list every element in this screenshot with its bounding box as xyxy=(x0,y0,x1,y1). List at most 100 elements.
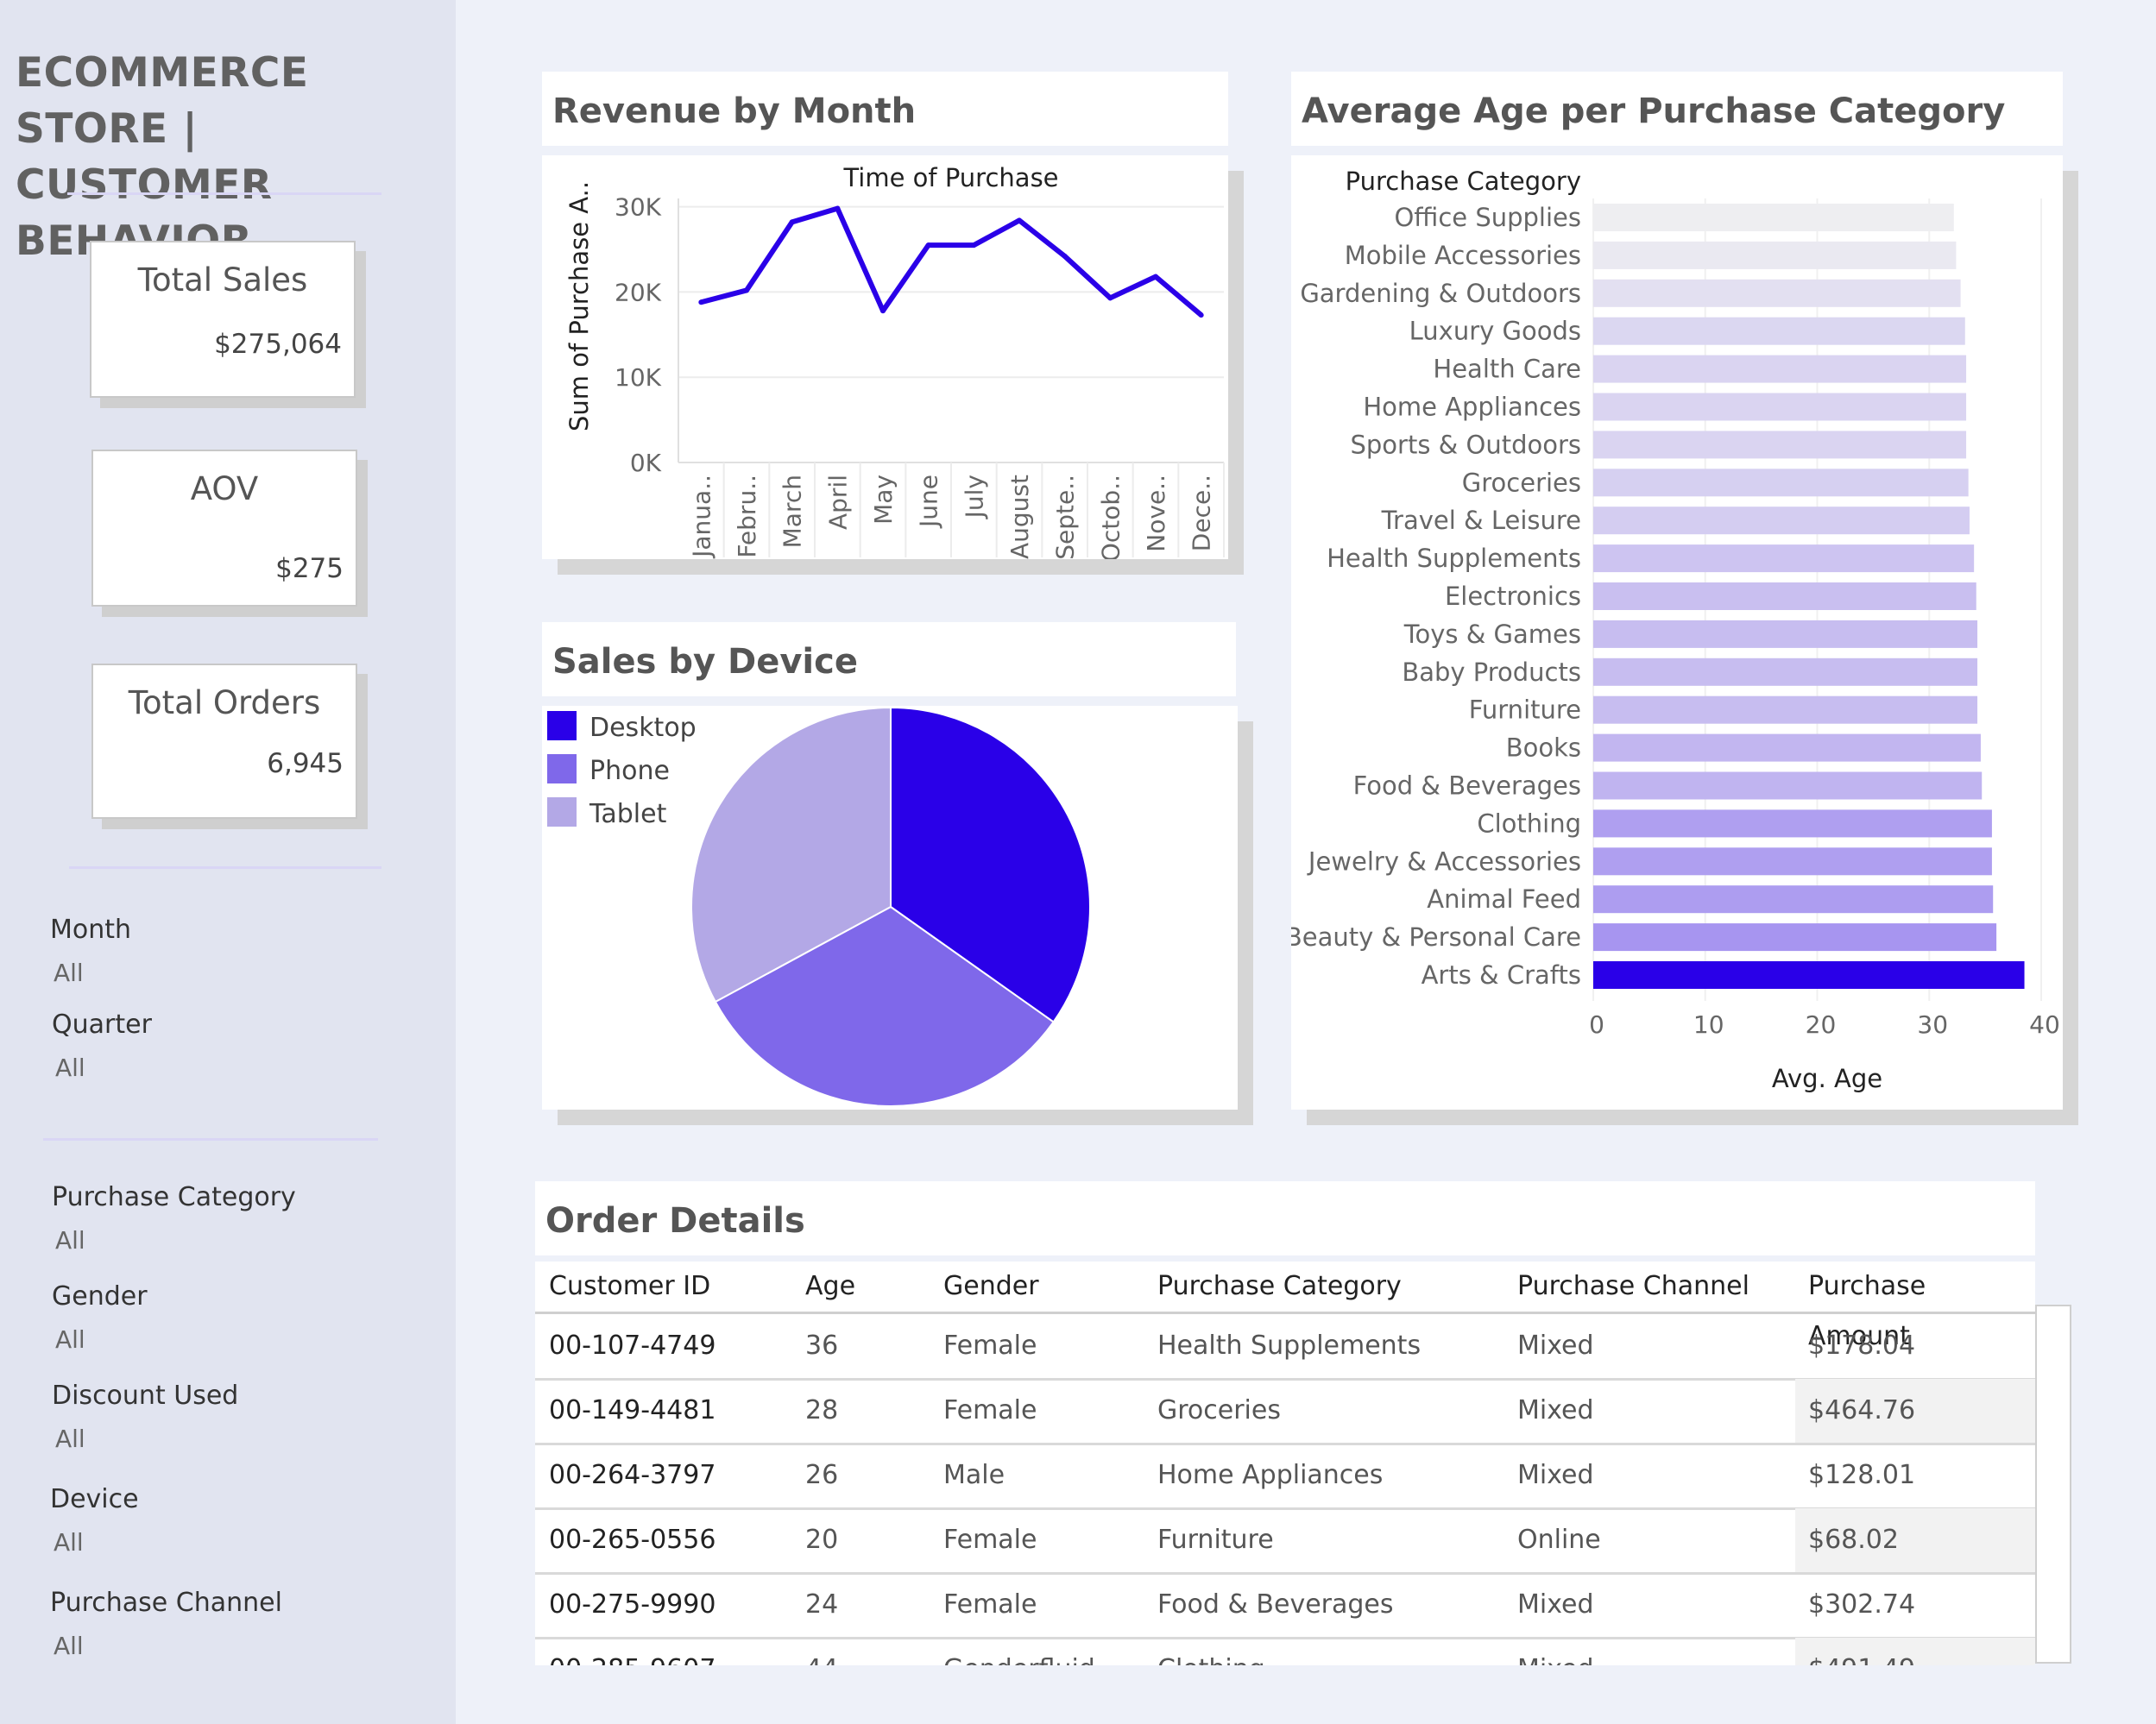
table-row[interactable]: 00-107-4749 36 Female Health Supplements Mix… xyxy=(535,1314,2035,1381)
table-row[interactable]: 00-149-4481 28 Female Groceries Mixed $464.76 xyxy=(535,1379,2035,1445)
bar[interactable] xyxy=(1593,544,1975,573)
column-header-age[interactable]: Age xyxy=(805,1262,855,1312)
x-tick-label: June xyxy=(915,475,943,529)
kpi-aov: AOV $275 xyxy=(91,450,357,607)
column-header-customer-id[interactable]: Customer ID xyxy=(549,1262,710,1312)
divider xyxy=(69,866,381,869)
x-tick-label: 10 xyxy=(1693,1010,1724,1039)
table-cell: Online xyxy=(1517,1525,1601,1555)
filter-discount-used[interactable]: Discount Used All xyxy=(52,1381,238,1453)
table-cell: Genderfluid xyxy=(943,1638,1095,1665)
x-tick-label: April xyxy=(823,475,852,530)
bar[interactable] xyxy=(1593,809,1992,838)
filter-value[interactable]: All xyxy=(52,1425,238,1453)
filter-value[interactable]: All xyxy=(50,959,131,987)
bar[interactable] xyxy=(1593,204,1954,231)
age-panel-title: Average Age per Purchase Category xyxy=(1291,72,2063,146)
category-label: Electronics xyxy=(1445,582,1581,611)
column-header-purchase-category[interactable]: Purchase Category xyxy=(1157,1262,1402,1312)
line-point[interactable] xyxy=(1017,217,1022,223)
table-cell: Female xyxy=(943,1525,1037,1555)
filter-value[interactable]: All xyxy=(52,1054,152,1082)
filter-purchase-channel[interactable]: Purchase Channel All xyxy=(50,1588,282,1660)
table-cell: $178.04 xyxy=(1808,1331,1916,1361)
bar[interactable] xyxy=(1593,393,1967,421)
bar[interactable] xyxy=(1593,733,1981,762)
bar[interactable] xyxy=(1593,847,1992,876)
bar[interactable] xyxy=(1593,923,1997,952)
line-point[interactable] xyxy=(925,242,931,249)
bar[interactable] xyxy=(1593,355,1967,383)
bar[interactable] xyxy=(1593,507,1970,535)
table-cell: Groceries xyxy=(1157,1395,1281,1425)
bar[interactable] xyxy=(1593,431,1967,459)
filter-value[interactable]: All xyxy=(52,1325,148,1354)
filter-quarter[interactable]: Quarter All xyxy=(52,1010,152,1082)
filter-gender[interactable]: Gender All xyxy=(52,1281,148,1354)
app-title-line1: ECOMMERCE STORE | xyxy=(16,49,309,153)
table-cell: Clothing xyxy=(1157,1638,1265,1665)
x-tick-label: March xyxy=(779,475,807,548)
filter-label: Month xyxy=(50,915,132,945)
bar[interactable] xyxy=(1593,961,2025,989)
table-cell: Mixed xyxy=(1517,1589,1594,1620)
filter-purchase-category[interactable]: Purchase Category All xyxy=(52,1182,296,1255)
column-header-gender[interactable]: Gender xyxy=(943,1262,1039,1312)
bar[interactable] xyxy=(1593,469,1969,497)
filter-label: Purchase Category xyxy=(52,1182,296,1212)
filter-label: Quarter xyxy=(52,1010,152,1040)
table-row[interactable]: 00-275-9990 24 Female Food & Beverages Mixed… xyxy=(535,1573,2035,1639)
device-chart-panel: Desktop Phone Tablet xyxy=(542,706,1238,1110)
bar[interactable] xyxy=(1593,241,1957,269)
table-row[interactable]: 00-264-3797 26 Male Home Appliances Mixed $12… xyxy=(535,1444,2035,1510)
x-tick-label: Nove.. xyxy=(1142,475,1170,552)
y-tick-label: 10K xyxy=(615,363,662,392)
bar[interactable] xyxy=(1593,658,1978,686)
line-point[interactable] xyxy=(1153,274,1158,280)
bar[interactable] xyxy=(1593,279,1961,307)
table-cell: 36 xyxy=(805,1331,839,1361)
category-label: Luxury Goods xyxy=(1409,317,1581,346)
table-cell: Female xyxy=(943,1395,1037,1425)
sidebar: ECOMMERCE STORE | CUSTOMER BEHAVIOR Tota… xyxy=(0,0,456,1724)
table-cell: $68.02 xyxy=(1808,1525,1899,1555)
line-point[interactable] xyxy=(835,205,841,211)
table-cell: Food & Beverages xyxy=(1157,1589,1394,1620)
line-point[interactable] xyxy=(789,219,795,225)
line-point[interactable] xyxy=(1107,295,1113,301)
bar[interactable] xyxy=(1593,885,1994,914)
legend-swatch xyxy=(547,797,577,827)
filter-value[interactable]: All xyxy=(50,1632,282,1660)
line-point[interactable] xyxy=(698,299,704,305)
line-point[interactable] xyxy=(971,242,977,249)
line-point[interactable] xyxy=(1198,312,1204,318)
column-header-purchase-channel[interactable]: Purchase Channel xyxy=(1517,1262,1749,1312)
filter-device[interactable]: Device All xyxy=(50,1484,139,1557)
line-point[interactable] xyxy=(1062,253,1068,259)
bar[interactable] xyxy=(1593,695,1978,724)
filter-value[interactable]: All xyxy=(50,1528,139,1557)
table-row[interactable]: 00-265-0556 20 Female Furniture Online $68.02 xyxy=(535,1508,2035,1575)
table-scrollbar[interactable] xyxy=(2035,1305,2071,1664)
x-tick-label: Febru.. xyxy=(733,475,761,558)
table-cell: $464.76 xyxy=(1808,1395,1916,1425)
revenue-line[interactable] xyxy=(700,205,1203,318)
bar[interactable] xyxy=(1593,317,1965,345)
line-point[interactable] xyxy=(744,287,749,293)
bar[interactable] xyxy=(1593,771,1983,800)
bar[interactable] xyxy=(1593,620,1978,648)
order-details-table[interactable]: Customer ID Age Gender Purchase Category… xyxy=(535,1262,2035,1665)
table-cell: Home Appliances xyxy=(1157,1460,1384,1490)
legend-label: Phone xyxy=(589,756,670,786)
kpi-value: 6,945 xyxy=(267,748,344,779)
x-tick-label: Janua.. xyxy=(687,475,716,559)
table-row[interactable]: 00-285-9607 44 Genderfluid Clothing Mixed $49… xyxy=(535,1638,2035,1665)
kpi-label: AOV xyxy=(190,470,259,507)
filter-value[interactable]: All xyxy=(52,1226,296,1255)
filter-month[interactable]: Month All xyxy=(50,915,131,987)
bar[interactable] xyxy=(1593,582,1976,610)
category-label: Health Care xyxy=(1433,355,1581,384)
filter-label: Device xyxy=(50,1484,139,1514)
line-point[interactable] xyxy=(880,308,886,314)
category-axis-title: Purchase Category xyxy=(1346,167,1581,196)
